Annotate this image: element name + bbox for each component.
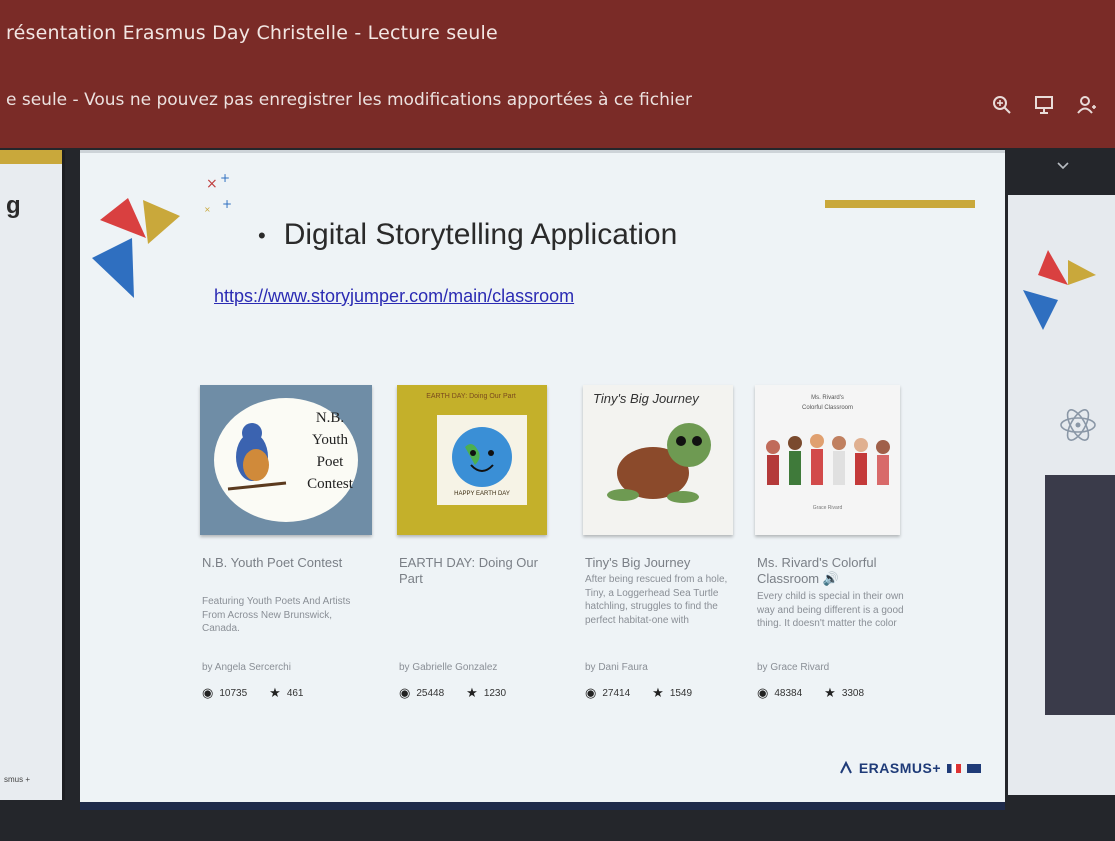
star-icon: ★ — [652, 685, 664, 700]
svg-text:+: + — [220, 171, 230, 185]
eye-icon: ◉ — [399, 685, 411, 700]
thumbnail-text: g — [6, 192, 21, 219]
cover-text: Grace Rivard — [812, 505, 843, 511]
book-description: After being rescued from a hole, Tiny, a… — [585, 574, 728, 626]
book-cover-image[interactable]: EARTH DAY: Doing Our Part HAPPY EARTH DA… — [397, 385, 547, 535]
present-icon[interactable] — [1033, 94, 1055, 116]
book-stats: ◉ 25448 ★ 1230 — [399, 685, 506, 701]
cover-text: EARTH DAY: Doing Our Part — [426, 393, 516, 400]
star-count: 1549 — [669, 687, 693, 699]
book-author: by Angela Sercerchi — [202, 662, 291, 673]
cover-text: Ms. Rivard's — [811, 395, 844, 401]
book-description: Every child is special in their own way … — [757, 591, 904, 629]
window-titlebar: résentation Erasmus Day Christelle - Lec… — [0, 0, 1115, 60]
star-count: 461 — [286, 687, 304, 699]
book-stats: ◉ 48384 ★ 3308 — [757, 685, 864, 701]
france-flag-icon — [947, 763, 961, 773]
book-author: by Grace Rivard — [757, 662, 830, 673]
book-author: by Dani Faura — [585, 662, 648, 673]
atom-icon — [1058, 405, 1098, 454]
eu-flag-icon — [967, 763, 981, 773]
erasmus-logo: ERASMUS+ — [839, 760, 981, 776]
view-count: 48384 — [774, 687, 803, 699]
zoom-in-icon[interactable] — [991, 94, 1013, 116]
erasmus-mark-icon — [839, 761, 852, 774]
thumbnail-accent-bar — [0, 150, 62, 164]
readonly-message: e seule - Vous ne pouvez pas enregistrer… — [6, 90, 693, 110]
chevron-down-icon[interactable] — [1056, 158, 1070, 176]
eye-icon: ◉ — [585, 685, 597, 700]
slide-bottom-bar — [80, 802, 1005, 810]
book-author: by Gabrielle Gonzalez — [399, 662, 498, 673]
star-count: 3308 — [841, 687, 865, 699]
eye-icon: ◉ — [202, 685, 214, 700]
view-count: 25448 — [416, 687, 445, 699]
readonly-infobar: e seule - Vous ne pouvez pas enregistrer… — [0, 60, 1115, 148]
star-logo-icon — [1018, 245, 1098, 340]
star-icon: ★ — [824, 685, 836, 700]
bullet-icon: • — [258, 223, 266, 249]
svg-text:×: × — [206, 176, 218, 192]
slide-top-border — [80, 150, 1005, 153]
erasmus-wordmark: ERASMUS+ — [858, 760, 941, 776]
cover-text: Poet — [316, 454, 344, 470]
star-count: 1230 — [483, 687, 507, 699]
star-icon: ★ — [269, 685, 281, 700]
view-count: 27414 — [602, 687, 631, 699]
book-title[interactable]: N.B. Youth Poet Contest — [202, 555, 352, 571]
speaker-icon[interactable]: 🔊 — [823, 571, 839, 586]
cover-text: Colorful Classroom — [801, 405, 853, 411]
cover-text: Contest — [307, 476, 353, 492]
book-stats: ◉ 10735 ★ 461 — [202, 685, 304, 701]
cover-text: Youth — [312, 432, 348, 448]
next-slide-thumbnail[interactable] — [1008, 195, 1115, 795]
slide-bullet-title: • Digital Storytelling Application — [258, 218, 677, 252]
book-title[interactable]: EARTH DAY: Doing Our Part — [399, 555, 549, 587]
svg-text:+: + — [222, 197, 232, 211]
eye-icon: ◉ — [757, 685, 769, 700]
book-title[interactable]: Tiny's Big Journey — [585, 555, 735, 571]
book-description: Featuring Youth Poets And Artists From A… — [202, 596, 351, 634]
storyjumper-link[interactable]: https://www.storyjumper.com/main/classro… — [214, 286, 574, 307]
book-card-list: N.B. Youth Poet Contest N.B. Youth Poet … — [200, 385, 920, 715]
window-title: résentation Erasmus Day Christelle - Lec… — [6, 22, 498, 44]
book-stats: ◉ 27414 ★ 1549 — [585, 685, 692, 701]
book-cover-image[interactable]: Ms. Rivard's Colorful Classroom Grace Ri… — [755, 385, 900, 535]
thumbnail-image-block — [1045, 475, 1115, 715]
current-slide[interactable]: × + + × • Digital Storytelling Applicatio… — [80, 150, 1005, 810]
slide-accent-bar — [825, 200, 975, 208]
book-title-row: Ms. Rivard's Colorful Classroom 🔊 — [757, 555, 907, 587]
cover-text: N.B. — [315, 410, 345, 426]
book-title[interactable]: Ms. Rivard's Colorful Classroom — [757, 555, 877, 586]
star-icon: ★ — [466, 685, 478, 700]
view-count: 10735 — [219, 687, 248, 699]
thumbnail-footer: smus + — [4, 775, 31, 784]
cover-text: HAPPY EARTH DAY — [454, 491, 510, 497]
book-cover-image[interactable]: Tiny's Big Journey — [583, 385, 733, 535]
previous-slide-thumbnail[interactable]: g smus + — [0, 150, 65, 800]
slide-heading: Digital Storytelling Application — [283, 218, 678, 251]
book-cover-image[interactable]: N.B. Youth Poet Contest — [200, 385, 372, 535]
cover-text: Tiny's Big Journey — [593, 391, 699, 406]
add-user-icon[interactable] — [1075, 94, 1097, 116]
svg-text:×: × — [204, 205, 211, 214]
